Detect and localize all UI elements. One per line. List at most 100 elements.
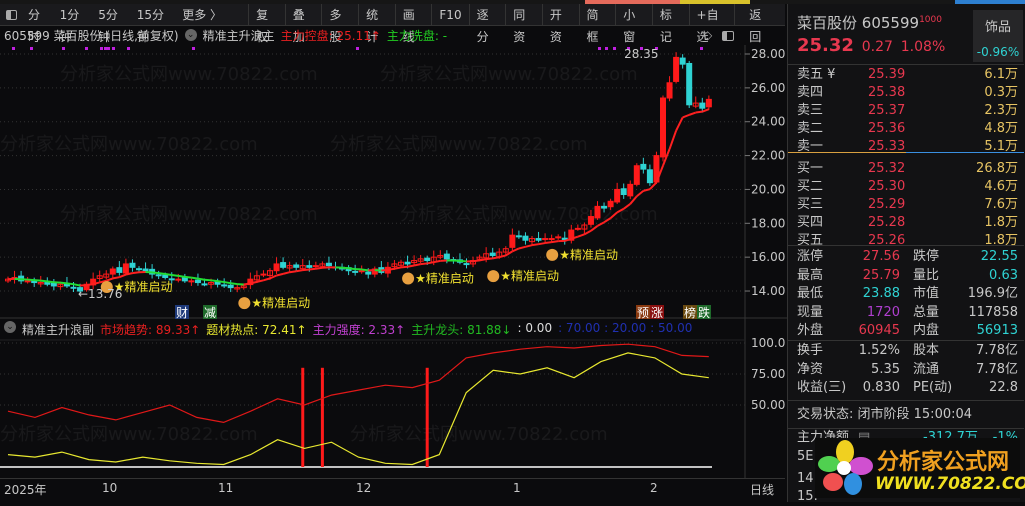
month-label: 2 bbox=[650, 481, 658, 495]
site-logo: 分析家公式网 WWW.70822.COM bbox=[815, 438, 1020, 498]
ma-line-segment bbox=[28, 280, 35, 281]
candle-body bbox=[353, 271, 358, 272]
stat-label: 现量 bbox=[797, 304, 823, 322]
candle-body bbox=[182, 278, 187, 281]
signal-dot bbox=[605, 47, 608, 50]
level-volume: 1.8万 bbox=[984, 214, 1018, 232]
ma-line-segment bbox=[624, 204, 631, 209]
ma-line-segment bbox=[74, 284, 81, 285]
order-book-row[interactable]: 卖二25.364.8万 bbox=[788, 120, 1024, 138]
order-book-row[interactable]: 卖一25.335.1万 bbox=[788, 138, 1024, 156]
sub-indicator-name[interactable]: 精准主升浪副 bbox=[22, 321, 94, 338]
stat-label: 收益(三) bbox=[797, 379, 846, 397]
level-price: 25.29 bbox=[868, 196, 905, 214]
start-signal-label: ★精准启动 bbox=[114, 280, 173, 294]
ma-line-segment bbox=[119, 275, 126, 278]
date-axis: 2025年 10 11 12 1 2 日线 bbox=[0, 478, 785, 498]
candle-body bbox=[307, 266, 312, 268]
stat-value: 5.35 bbox=[871, 361, 900, 379]
signal-dot bbox=[104, 47, 107, 50]
stat-value: 0.63 bbox=[989, 267, 1018, 285]
stat-label: 最高 bbox=[797, 267, 823, 285]
sector-badge[interactable]: 饰品 -0.96% bbox=[973, 10, 1023, 62]
signal-dot bbox=[107, 47, 110, 50]
stat-label: 跌停 bbox=[913, 248, 939, 266]
candle-body bbox=[25, 281, 30, 282]
order-book-row[interactable]: 卖五 ¥25.396.1万 bbox=[788, 66, 1024, 84]
order-book-row[interactable]: 买二25.304.6万 bbox=[788, 178, 1024, 196]
start-signal-label: ★精准启动 bbox=[559, 248, 618, 262]
money-bag-icon bbox=[238, 297, 250, 309]
stat-label: 内盘 bbox=[913, 322, 939, 340]
order-book-row[interactable]: 买四25.281.8万 bbox=[788, 214, 1024, 232]
ma-line-segment bbox=[650, 182, 657, 189]
last-price: 25.32 bbox=[797, 35, 854, 56]
ma-line-segment bbox=[126, 273, 133, 274]
candle-body bbox=[110, 269, 115, 274]
period-label[interactable]: 日线 bbox=[750, 481, 774, 498]
signal-dot bbox=[100, 47, 103, 50]
order-book-row[interactable]: 买三25.297.6万 bbox=[788, 196, 1024, 214]
stat-value: 0.830 bbox=[863, 379, 900, 397]
ma-line-segment bbox=[224, 282, 231, 283]
kline-chart[interactable]: 28.0026.0024.0022.0020.0018.0016.0014.00… bbox=[0, 0, 787, 478]
sub-indicator-dropdown-icon[interactable]: ⌄ bbox=[4, 321, 16, 333]
ma-line-segment bbox=[532, 244, 539, 245]
candle-body bbox=[706, 99, 711, 106]
stat-value: 22.55 bbox=[981, 248, 1018, 266]
month-label: 1 bbox=[513, 481, 521, 495]
level-label: 买二 bbox=[797, 178, 823, 196]
logo-url: WWW.70822.COM bbox=[875, 474, 1025, 494]
stat-value: 60945 bbox=[859, 322, 900, 340]
stat-label: 量比 bbox=[913, 267, 939, 285]
stat-label: 市值 bbox=[913, 285, 939, 303]
levels-value: : 70.00 : 20.00 : 50.00 bbox=[558, 321, 692, 338]
sector-pct: -0.96% bbox=[973, 45, 1023, 59]
stat-row: 换手1.52%股本7.78亿 bbox=[788, 342, 1024, 360]
level-label: 卖一 bbox=[797, 138, 823, 156]
level-label: 卖四 bbox=[797, 84, 823, 102]
ma-line-segment bbox=[244, 283, 251, 284]
stat-value: 7.78亿 bbox=[976, 361, 1018, 379]
candle-body bbox=[575, 228, 580, 229]
order-book-row[interactable]: 卖四25.380.3万 bbox=[788, 84, 1024, 102]
candle-body bbox=[661, 98, 666, 157]
stat-label: 净资 bbox=[797, 361, 823, 379]
sector-name: 饰品 bbox=[973, 16, 1023, 35]
ma-line-segment bbox=[689, 113, 696, 115]
ma-line-segment bbox=[106, 278, 113, 280]
stat-value: 23.88 bbox=[863, 285, 900, 303]
ma-line-segment bbox=[172, 275, 179, 276]
price-tick-label: 22.00 bbox=[751, 149, 785, 163]
ma-line-segment bbox=[349, 268, 356, 269]
start-signal-label: ★精准启动 bbox=[251, 296, 310, 310]
stat-row: 收益(三)0.830PE(动)22.8 bbox=[788, 379, 1024, 397]
ma-line-segment bbox=[702, 109, 709, 111]
ma-line-segment bbox=[191, 278, 198, 279]
quote-panel: 菜百股份 6055991000 25.32 0.27 1.08% 饰品 -0.9… bbox=[787, 4, 1025, 502]
stat-row: 现量1720总量117858 bbox=[788, 304, 1024, 322]
ma-line-segment bbox=[263, 278, 270, 280]
candle-body bbox=[137, 269, 142, 270]
ma-line-segment bbox=[277, 274, 284, 276]
sub-tick-label: 50.00 bbox=[751, 398, 785, 412]
candle-body bbox=[536, 239, 541, 241]
zero-value: : 0.00 bbox=[518, 321, 553, 338]
signal-dot bbox=[700, 47, 703, 50]
signal-dot bbox=[62, 47, 65, 50]
candle-body bbox=[274, 264, 279, 271]
candle-body bbox=[680, 58, 685, 64]
candle-body bbox=[123, 264, 128, 273]
candle-body bbox=[667, 83, 672, 98]
candle-body bbox=[405, 262, 410, 264]
signal-dot bbox=[613, 47, 616, 50]
candle-body bbox=[687, 63, 692, 104]
ma-line-segment bbox=[362, 269, 369, 270]
low-price-label: ←13.76 bbox=[78, 287, 122, 301]
level-volume: 2.3万 bbox=[984, 102, 1018, 120]
order-book-row[interactable]: 卖三25.372.3万 bbox=[788, 102, 1024, 120]
order-book-row[interactable]: 买一25.3226.8万 bbox=[788, 160, 1024, 178]
candle-body bbox=[228, 285, 233, 287]
candle-body bbox=[647, 170, 652, 183]
stat-value: 1720 bbox=[867, 304, 900, 322]
